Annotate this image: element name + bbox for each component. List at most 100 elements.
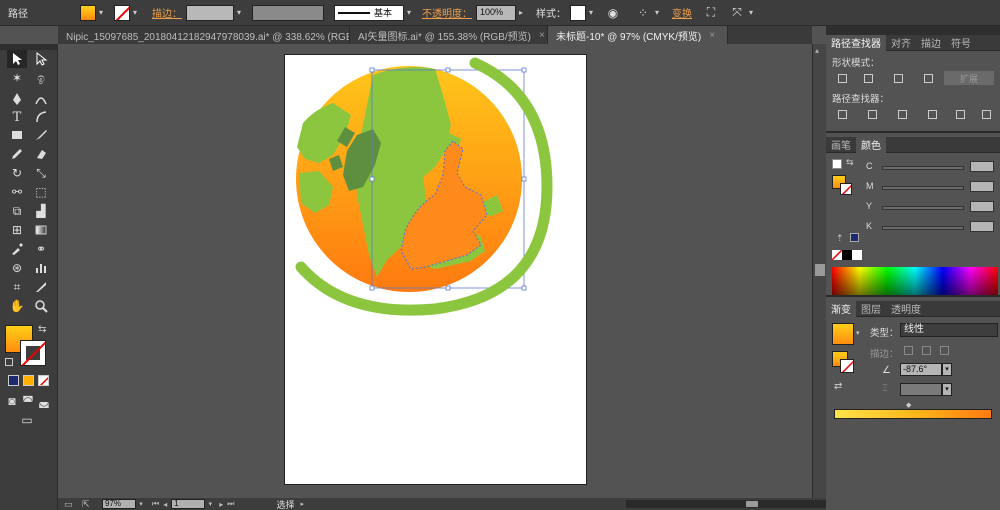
isolate-icon[interactable]: ⛶ — [702, 4, 720, 22]
vertical-scrollbar[interactable]: ▴ — [812, 44, 826, 498]
perspective-grid-tool-icon[interactable]: ▟ — [31, 202, 51, 220]
gradient-midpoint-icon[interactable]: ◆ — [906, 401, 911, 409]
pen-tool-icon[interactable] — [7, 90, 27, 108]
transform-link[interactable]: 变换 — [672, 5, 692, 20]
gradient-preview-swatch[interactable] — [832, 323, 854, 345]
stroke-weight-field[interactable] — [186, 4, 234, 21]
status-menu-arrow[interactable]: ▸ — [300, 500, 304, 508]
minus-back-icon[interactable] — [978, 107, 994, 121]
opacity-dropdown-arrow[interactable]: ▸ — [516, 5, 526, 21]
eraser-tool-icon[interactable] — [31, 145, 51, 163]
aspect-ratio-dropdown-arrow[interactable]: ▾ — [942, 383, 952, 396]
graphic-style-swatch[interactable] — [570, 4, 586, 21]
screen-mode-icon[interactable]: ▭ — [17, 411, 37, 429]
close-icon[interactable]: × — [709, 30, 715, 41]
lasso-tool-icon[interactable]: ඉ — [31, 69, 51, 87]
canvas-area[interactable] — [58, 44, 812, 498]
horizontal-scrollbar[interactable] — [626, 500, 826, 508]
tab-nipic-document[interactable]: Nipic_15097685_20180412182947978039.ai* … — [58, 26, 350, 44]
white-swatch[interactable] — [852, 250, 862, 260]
tab-stroke[interactable]: 描边 — [916, 35, 946, 51]
reverse-gradient-icon[interactable]: ⇄ — [834, 381, 842, 392]
apply-within-stroke-icon[interactable] — [900, 343, 916, 357]
first-artboard-icon[interactable]: ⏮ — [152, 499, 159, 509]
puppet-warp-icon[interactable]: ⤧ — [728, 4, 746, 22]
yellow-value-field[interactable] — [970, 201, 994, 212]
style-dropdown-arrow[interactable]: ▾ — [586, 5, 596, 21]
opacity-field[interactable]: 100% — [476, 4, 516, 21]
none-swatch[interactable] — [832, 250, 842, 260]
slice-tool-icon[interactable] — [31, 278, 51, 296]
align-to-selection-icon[interactable]: ⁘ — [634, 4, 652, 22]
variable-width-profile[interactable] — [252, 4, 324, 21]
rectangle-tool-icon[interactable] — [7, 126, 27, 144]
outline-icon[interactable] — [952, 107, 968, 121]
eyedropper-tool-icon[interactable] — [7, 240, 27, 258]
apply-along-stroke-icon[interactable] — [918, 343, 934, 357]
intersect-icon[interactable] — [890, 71, 906, 85]
divide-icon[interactable] — [834, 107, 850, 121]
type-tool-icon[interactable]: T — [7, 108, 27, 126]
none-mode-button[interactable] — [38, 375, 49, 386]
curvature-tool-icon[interactable] — [31, 90, 51, 108]
stroke-swatch[interactable] — [114, 4, 130, 21]
hand-tool-icon[interactable]: ✋ — [7, 297, 27, 315]
rotate-tool-icon[interactable]: ↻ — [7, 164, 27, 182]
gradient-stroke-box[interactable] — [840, 359, 854, 373]
export-icon[interactable]: ⇱ — [82, 499, 96, 510]
tab-transparency[interactable]: 透明度 — [886, 301, 926, 317]
stroke-link[interactable]: 描边： — [152, 5, 182, 20]
tab-brushes[interactable]: 画笔 — [826, 137, 856, 153]
gradient-mode-button[interactable] — [23, 375, 34, 386]
brush-dropdown-arrow[interactable]: ▾ — [404, 5, 414, 21]
gradient-angle-field[interactable]: -87.6° — [900, 363, 942, 376]
zoom-dropdown-arrow[interactable]: ▾ — [136, 500, 146, 508]
black-swatch[interactable] — [842, 250, 852, 260]
draw-inside-icon[interactable]: ◛ — [36, 392, 52, 410]
panel-menu-arrow[interactable]: ▾ — [746, 5, 756, 21]
swap-colors-icon[interactable]: ⇆ — [846, 157, 854, 168]
artboard[interactable] — [284, 54, 587, 485]
unite-icon[interactable] — [834, 71, 850, 85]
globe-artwork[interactable] — [285, 55, 588, 486]
symbol-sprayer-tool-icon[interactable]: ⊛ — [7, 259, 27, 277]
horizontal-scrollbar-thumb[interactable] — [746, 501, 758, 507]
column-graph-tool-icon[interactable] — [31, 259, 51, 277]
black-value-field[interactable] — [970, 221, 994, 232]
tab-gradient[interactable]: 渐变 — [826, 300, 856, 317]
magic-wand-tool-icon[interactable]: ✶ — [7, 69, 27, 87]
brush-definition-field[interactable]: 基本 — [334, 4, 404, 21]
line-segment-tool-icon[interactable] — [31, 108, 51, 126]
zoom-tool-icon[interactable] — [31, 297, 51, 315]
tab-pathfinder[interactable]: 路径查找器 — [826, 34, 886, 51]
opacity-link[interactable]: 不透明度： — [422, 5, 472, 20]
artboard-dropdown-arrow[interactable]: ▾ — [205, 500, 215, 508]
color-mode-button[interactable] — [8, 375, 19, 386]
tab-ai-vector-icon[interactable]: AI矢量图标.ai* @ 155.38% (RGB/预览) × — [350, 26, 548, 44]
gradient-type-select[interactable]: 线性 — [900, 323, 998, 337]
free-transform-tool-icon[interactable]: ⬚ — [31, 183, 51, 201]
expand-button[interactable]: 扩展 — [944, 71, 994, 85]
gradient-tool-icon[interactable] — [31, 221, 51, 239]
magenta-value-field[interactable] — [970, 181, 994, 192]
pencil-tool-icon[interactable] — [7, 145, 27, 163]
artboard-tool-icon[interactable]: ⌗ — [7, 278, 27, 296]
align-dropdown-arrow[interactable]: ▾ — [652, 5, 662, 21]
tab-layers[interactable]: 图层 — [856, 301, 886, 317]
swap-fill-stroke-icon[interactable]: ⇆ — [38, 324, 46, 335]
minus-front-icon[interactable] — [860, 71, 876, 85]
tab-color[interactable]: 颜色 — [856, 136, 886, 153]
tab-align[interactable]: 对齐 — [886, 35, 916, 51]
tab-untitled-10[interactable]: 未标题-10* @ 97% (CMYK/预览) × — [548, 26, 728, 44]
apply-across-stroke-icon[interactable] — [936, 343, 952, 357]
angle-dropdown-arrow[interactable]: ▾ — [942, 363, 952, 376]
fill-dropdown-arrow[interactable]: ▾ — [96, 5, 106, 21]
mesh-tool-icon[interactable]: ⊞ — [7, 221, 27, 239]
scrollbar-thumb[interactable] — [815, 264, 825, 276]
gamut-color-swatch[interactable] — [850, 233, 859, 242]
draw-behind-icon[interactable]: ◚ — [20, 392, 36, 410]
shape-builder-tool-icon[interactable]: ⧉ — [7, 202, 27, 220]
color-spectrum-bar[interactable] — [832, 267, 998, 295]
zoom-field[interactable]: 97% — [102, 499, 136, 509]
selection-tool-icon[interactable] — [7, 50, 27, 68]
